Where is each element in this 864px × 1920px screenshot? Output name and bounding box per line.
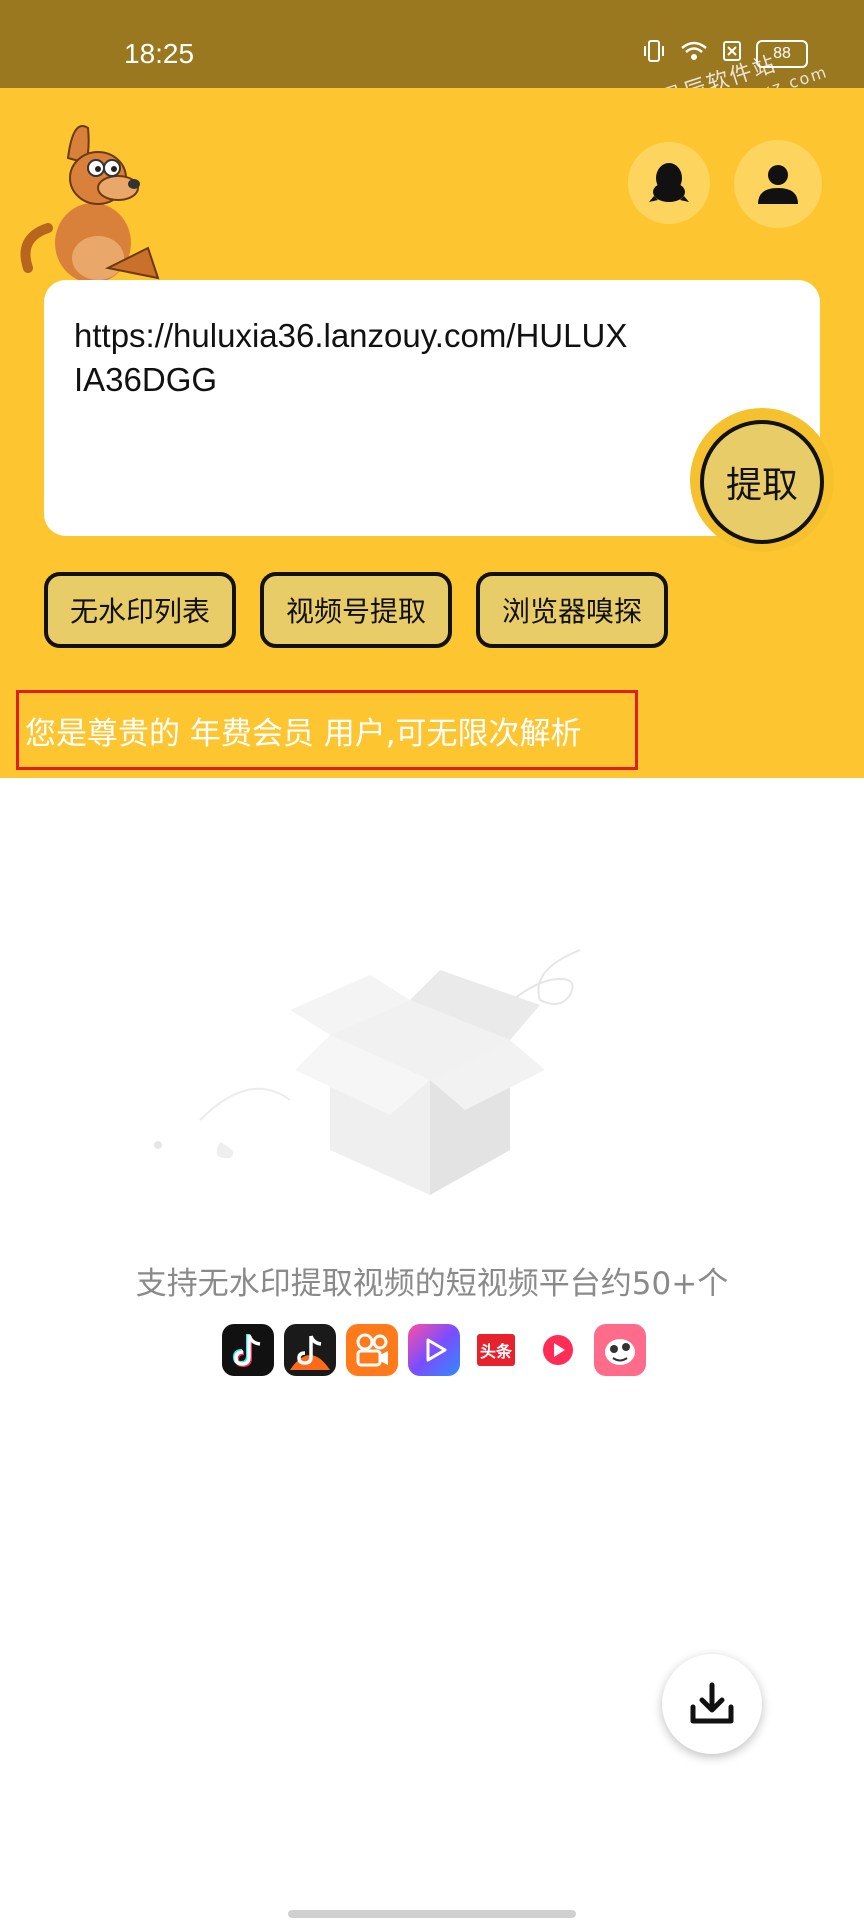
status-bar: 18:25 88 星辰软件站 www.121xz.com bbox=[0, 0, 864, 128]
platform-icons: 头条 bbox=[222, 1324, 646, 1376]
kangaroo-mascot-icon bbox=[20, 125, 160, 283]
toutiao-label: 头条 bbox=[476, 1334, 515, 1366]
toutiao-icon: 头条 bbox=[470, 1324, 522, 1376]
support-text: 支持无水印提取视频的短视频平台约50+个 bbox=[135, 1266, 729, 1302]
wifi-icon bbox=[680, 40, 708, 68]
status-time: 18:25 bbox=[124, 38, 195, 69]
empty-box-illustration bbox=[154, 949, 581, 1195]
douyin-icon bbox=[222, 1324, 274, 1376]
url-input[interactable]: https://huluxia36.lanzouy.com/HULUXIA36D… bbox=[74, 314, 634, 402]
user-profile-button[interactable] bbox=[734, 140, 822, 228]
browser-sniff-button[interactable]: 浏览器嗅探 bbox=[476, 572, 668, 648]
channels-extract-button[interactable]: 视频号提取 bbox=[260, 572, 452, 648]
home-indicator[interactable] bbox=[288, 1910, 576, 1918]
watermark-free-list-button[interactable]: 无水印列表 bbox=[44, 572, 236, 648]
download-fab[interactable] bbox=[662, 1654, 762, 1754]
vibrate-icon bbox=[642, 38, 666, 70]
weishi-icon bbox=[408, 1324, 460, 1376]
qq-icon bbox=[649, 163, 689, 202]
douyin-huoshan-icon bbox=[284, 1324, 336, 1376]
user-icon bbox=[758, 165, 798, 204]
vip-notice: 您是尊贵的 年费会员 用户,可无限次解析 bbox=[16, 690, 638, 770]
extract-button[interactable]: 提取 bbox=[700, 420, 824, 544]
xigua-icon bbox=[532, 1324, 584, 1376]
pipixia-icon bbox=[594, 1324, 646, 1376]
download-icon bbox=[690, 1682, 734, 1724]
kuaishou-icon bbox=[346, 1324, 398, 1376]
qq-button[interactable] bbox=[628, 142, 710, 224]
